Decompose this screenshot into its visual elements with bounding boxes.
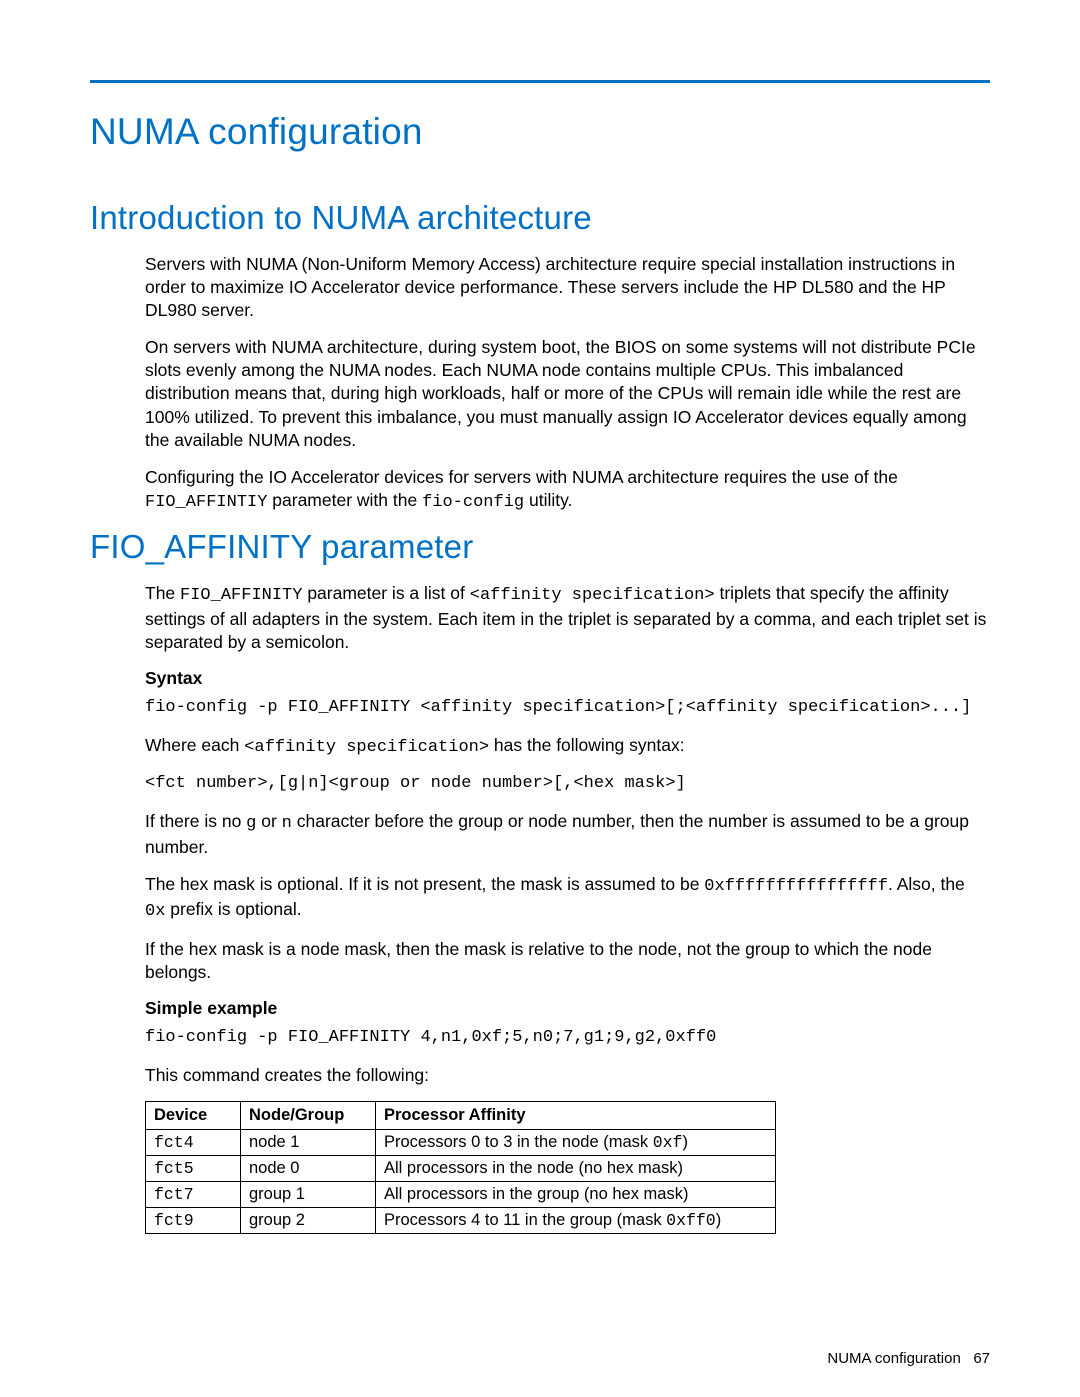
intro-body: Servers with NUMA (Non-Uniform Memory Ac… — [145, 253, 990, 514]
footer-page: 67 — [973, 1350, 990, 1367]
th-nodegroup: Node/Group — [241, 1101, 376, 1129]
fio-p4: The hex mask is optional. If it is not p… — [145, 873, 990, 924]
example-block: fio-config -p FIO_AFFINITY 4,n1,0xf;5,n0… — [145, 1027, 990, 1050]
section-heading-intro: Introduction to NUMA architecture — [90, 199, 990, 237]
fio-p3: If there is no g or n character before t… — [145, 810, 990, 859]
example-intro: This command creates the following: — [145, 1064, 990, 1087]
table-row: fct7 group 1 All processors in the group… — [146, 1181, 776, 1207]
syntax-spec: <fct number>,[g|n]<group or node number>… — [145, 773, 990, 796]
page-title: NUMA configuration — [90, 111, 990, 153]
intro-p2: On servers with NUMA architecture, durin… — [145, 336, 990, 451]
affinity-table: Device Node/Group Processor Affinity fct… — [145, 1101, 776, 1234]
syntax-block: fio-config -p FIO_AFFINITY <affinity spe… — [145, 697, 990, 720]
section-heading-fio: FIO_AFFINITY parameter — [90, 528, 990, 566]
syntax-label: Syntax — [145, 668, 990, 689]
example-label: Simple example — [145, 998, 990, 1019]
top-rule — [90, 80, 990, 83]
affinity-table-body: fct4 node 1 Processors 0 to 3 in the nod… — [146, 1129, 776, 1233]
table-row: fct9 group 2 Processors 4 to 11 in the g… — [146, 1207, 776, 1233]
intro-p3: Configuring the IO Accelerator devices f… — [145, 466, 990, 515]
fio-p2: Where each <affinity specification> has … — [145, 734, 990, 759]
footer-label: NUMA configuration — [827, 1350, 960, 1367]
th-affinity: Processor Affinity — [376, 1101, 776, 1129]
page-footer: NUMA configuration 67 — [827, 1350, 990, 1367]
fio-p1: The FIO_AFFINITY parameter is a list of … — [145, 582, 990, 654]
th-device: Device — [146, 1101, 241, 1129]
intro-p1: Servers with NUMA (Non-Uniform Memory Ac… — [145, 253, 990, 322]
table-row: fct4 node 1 Processors 0 to 3 in the nod… — [146, 1129, 776, 1155]
fio-p5: If the hex mask is a node mask, then the… — [145, 938, 990, 984]
table-row: fct5 node 0 All processors in the node (… — [146, 1155, 776, 1181]
fio-body: The FIO_AFFINITY parameter is a list of … — [145, 582, 990, 1234]
